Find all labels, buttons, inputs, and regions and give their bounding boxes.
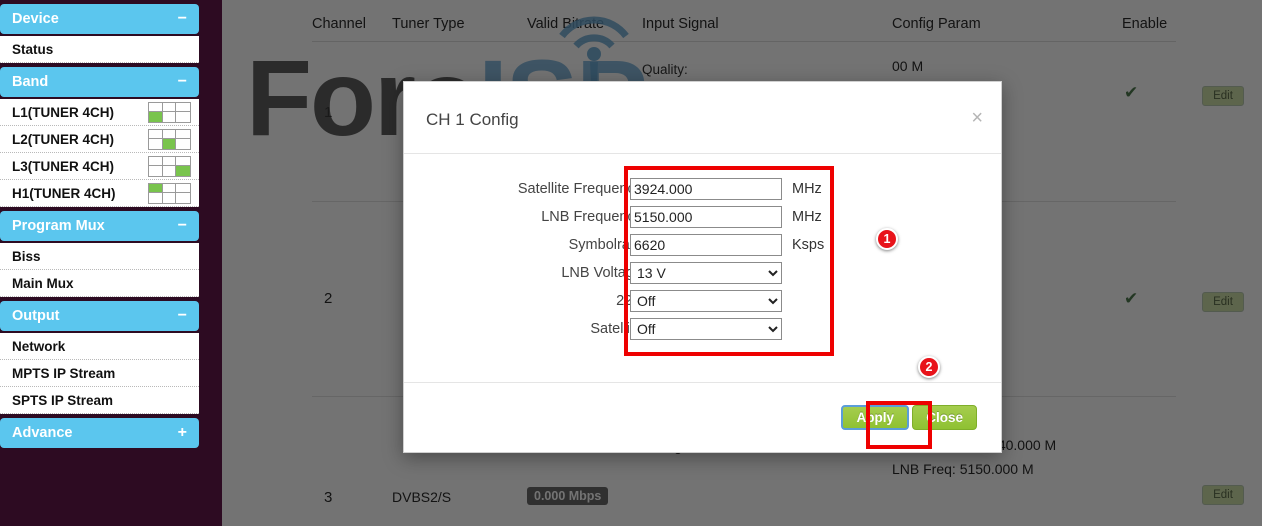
sidebar-item-label: Status xyxy=(12,41,54,57)
field-lnb-frequency: LNB Frequency: MHz xyxy=(404,206,1001,234)
close-icon[interactable]: × xyxy=(971,108,983,128)
band-grid-icon xyxy=(148,182,191,204)
field-label: Symbolrate: xyxy=(568,237,646,253)
field-satellite: Satellite: Off xyxy=(404,318,1001,346)
dialog-footer: Apply Close xyxy=(404,382,1001,452)
app-screenshot: Channel Tuner Type Valid Bitrate Input S… xyxy=(0,0,1262,526)
field-satellite-frequency: Satellite Frequency: MHz xyxy=(404,178,1001,206)
lnb-voltage-select[interactable]: 13 V xyxy=(630,262,782,284)
sidebar-group-label: Device xyxy=(12,11,59,27)
sidebar-inner: Device − Status Band − L1(TUNER 4CH) L2(… xyxy=(0,4,199,448)
satellite-select[interactable]: Off xyxy=(630,318,782,340)
band-grid-icon xyxy=(148,128,191,150)
field-control: 13 V xyxy=(630,262,782,284)
minus-icon: − xyxy=(177,307,187,324)
sidebar-item-network[interactable]: Network xyxy=(0,333,199,360)
field-unit: MHz xyxy=(792,209,822,225)
field-unit: Ksps xyxy=(792,237,825,253)
dialog-body: Satellite Frequency: MHz LNB Frequency: … xyxy=(404,154,1001,382)
field-label: LNB Voltage: xyxy=(561,265,646,281)
sidebar-group-output[interactable]: Output − xyxy=(0,301,199,331)
field-label: 22K: xyxy=(404,290,646,312)
sidebar-group-label: Output xyxy=(12,308,60,324)
sidebar-items-band: L1(TUNER 4CH) L2(TUNER 4CH) L3(TUNER 4CH… xyxy=(0,99,199,207)
sidebar-group-device[interactable]: Device − xyxy=(0,4,199,34)
sidebar-item-label: Main Mux xyxy=(12,275,74,291)
field-control xyxy=(630,234,782,256)
field-control xyxy=(630,178,782,200)
close-button[interactable]: Close xyxy=(912,405,977,430)
sidebar-item-h1[interactable]: H1(TUNER 4CH) xyxy=(0,180,199,207)
sidebar-items-output: Network MPTS IP Stream SPTS IP Stream xyxy=(0,333,199,414)
sidebar: Device − Status Band − L1(TUNER 4CH) L2(… xyxy=(0,0,222,526)
sidebar-item-label: H1(TUNER 4CH) xyxy=(12,185,116,201)
satellite-frequency-input[interactable] xyxy=(630,178,782,200)
sidebar-item-status[interactable]: Status xyxy=(0,36,199,63)
ch1-config-dialog: CH 1 Config × Satellite Frequency: MHz L… xyxy=(403,81,1002,453)
field-22k: 22K: Off xyxy=(404,290,1001,318)
band-grid-icon xyxy=(148,155,191,177)
lnb-frequency-input[interactable] xyxy=(630,206,782,228)
sidebar-group-label: Band xyxy=(12,74,49,90)
sidebar-item-l1[interactable]: L1(TUNER 4CH) xyxy=(0,99,199,126)
sidebar-group-program-mux[interactable]: Program Mux − xyxy=(0,211,199,241)
sidebar-items-program-mux: Biss Main Mux xyxy=(0,243,199,297)
sidebar-item-label: L1(TUNER 4CH) xyxy=(12,104,115,120)
sidebar-group-label: Program Mux xyxy=(12,218,105,234)
sidebar-item-spts-ip-stream[interactable]: SPTS IP Stream xyxy=(0,387,199,414)
field-label: LNB Frequency: xyxy=(541,209,646,225)
dialog-header: CH 1 Config × xyxy=(404,82,1001,154)
sidebar-group-advance[interactable]: Advance + xyxy=(0,418,199,448)
apply-button[interactable]: Apply xyxy=(841,405,909,430)
sidebar-item-label: SPTS IP Stream xyxy=(12,392,114,408)
field-control: Off xyxy=(630,290,782,312)
sidebar-item-l2[interactable]: L2(TUNER 4CH) xyxy=(0,126,199,153)
field-symbolrate: Symbolrate: Ksps xyxy=(404,234,1001,262)
sidebar-item-label: L3(TUNER 4CH) xyxy=(12,158,115,174)
sidebar-item-main-mux[interactable]: Main Mux xyxy=(0,270,199,297)
sidebar-item-l3[interactable]: L3(TUNER 4CH) xyxy=(0,153,199,180)
sidebar-item-mpts-ip-stream[interactable]: MPTS IP Stream xyxy=(0,360,199,387)
sidebar-item-biss[interactable]: Biss xyxy=(0,243,199,270)
dialog-title: CH 1 Config xyxy=(426,110,519,129)
sidebar-item-label: Biss xyxy=(12,248,41,264)
annotation-marker-2: 2 xyxy=(918,356,940,378)
field-unit: MHz xyxy=(792,181,822,197)
minus-icon: − xyxy=(177,10,187,27)
plus-icon: + xyxy=(177,424,187,441)
field-label: Satellite Frequency: xyxy=(517,181,646,197)
sidebar-group-label: Advance xyxy=(12,425,73,441)
22k-select[interactable]: Off xyxy=(630,290,782,312)
minus-icon: − xyxy=(177,217,187,234)
sidebar-items-device: Status xyxy=(0,36,199,63)
field-label: Satellite: xyxy=(590,321,646,337)
band-grid-icon xyxy=(148,101,191,123)
field-control: Off xyxy=(630,318,782,340)
symbolrate-input[interactable] xyxy=(630,234,782,256)
annotation-marker-1: 1 xyxy=(876,228,898,250)
sidebar-item-label: MPTS IP Stream xyxy=(12,365,116,381)
sidebar-item-label: L2(TUNER 4CH) xyxy=(12,131,115,147)
field-lnb-voltage: LNB Voltage: 13 V xyxy=(404,262,1001,290)
sidebar-group-band[interactable]: Band − xyxy=(0,67,199,97)
minus-icon: − xyxy=(177,73,187,90)
sidebar-item-label: Network xyxy=(12,338,66,354)
field-control xyxy=(630,206,782,228)
